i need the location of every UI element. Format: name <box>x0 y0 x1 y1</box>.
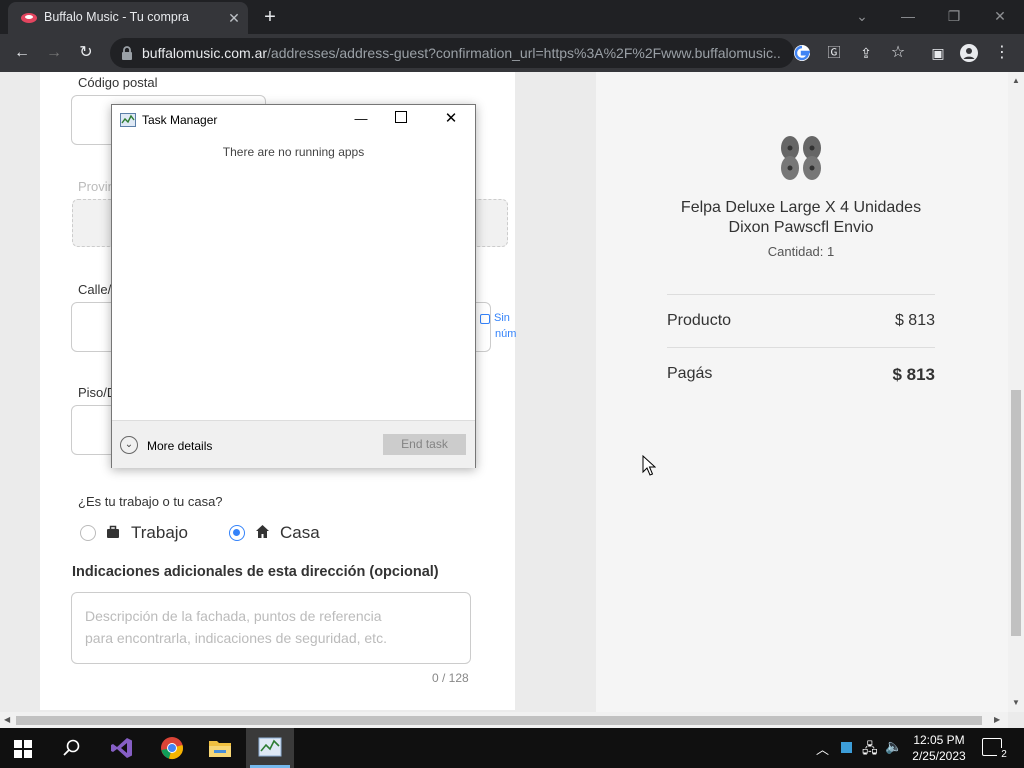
bookmark-star-icon[interactable]: ☆ <box>886 42 910 64</box>
clock-date[interactable]: 2/25/2023 <box>908 749 970 763</box>
total-row: Pagás $ 813 <box>667 347 935 399</box>
task-manager-window: Task Manager — ✕ There are no running ap… <box>111 104 476 468</box>
home-radio-dot <box>233 529 240 536</box>
province-label: Provin <box>78 179 115 194</box>
scroll-left-icon[interactable]: ◀ <box>4 715 10 724</box>
briefcase-icon <box>107 525 119 538</box>
tray-app-icon[interactable] <box>841 742 852 753</box>
home-radio[interactable] <box>229 525 245 541</box>
task-manager-title: Task Manager <box>142 113 218 127</box>
tm-close-icon[interactable]: ✕ <box>440 108 462 130</box>
street-label: Calle/ <box>78 282 112 297</box>
vertical-scrollbar-thumb[interactable] <box>1011 390 1021 636</box>
product-label: Producto <box>667 312 732 329</box>
scroll-up-icon[interactable]: ▲ <box>1012 76 1020 85</box>
product-name: Felpa Deluxe Large X 4 Unidades Dixon Pa… <box>636 198 966 238</box>
chrome-menu-icon[interactable]: ⋮ <box>990 42 1014 64</box>
lock-icon <box>122 46 132 60</box>
no-running-apps-message: There are no running apps <box>222 145 365 159</box>
tm-minimize-icon[interactable]: — <box>350 109 372 131</box>
end-task-button[interactable]: End task <box>383 434 466 455</box>
product-quantity: Cantidad: 1 <box>767 244 835 259</box>
address-bar[interactable]: buffalomusic.com.ar/addresses/address-gu… <box>110 38 794 68</box>
house-icon <box>256 525 269 538</box>
work-option-label[interactable]: Trabajo <box>131 523 188 543</box>
work-or-home-question: ¿Es tu trabajo o tu casa? <box>78 494 223 509</box>
windows-start-icon[interactable] <box>14 740 32 758</box>
share-icon[interactable]: ⇪ <box>854 42 878 64</box>
char-counter: 0 / 128 <box>432 671 469 685</box>
work-radio[interactable] <box>80 525 96 541</box>
total-price: $ 813 <box>892 365 935 384</box>
show-hidden-icons-chevron-icon[interactable]: ︿ <box>816 739 829 758</box>
task-manager-taskbar-button[interactable] <box>246 728 294 768</box>
back-icon[interactable]: ← <box>10 42 34 64</box>
buffalo-favicon-icon <box>21 13 37 23</box>
horizontal-scrollbar-thumb[interactable] <box>16 716 982 725</box>
clock-time[interactable]: 12:05 PM <box>908 733 970 747</box>
close-tab-icon[interactable]: ✕ <box>224 8 244 28</box>
product-name-line-2: Dixon Pawscfl Envio <box>728 219 874 236</box>
textarea-placeholder-line-2: para encontrarla, indicaciones de seguri… <box>85 630 387 646</box>
network-icon[interactable]: 🖧 <box>862 738 878 762</box>
extra-directions-textarea[interactable]: Descripción de la fachada, puntos de ref… <box>71 592 471 664</box>
no-number-label: Sin <box>494 312 510 324</box>
browser-tab[interactable]: Buffalo Music - Tu compra ✕ <box>8 2 248 34</box>
search-icon[interactable] <box>63 739 81 757</box>
notification-count-badge: 2 <box>997 748 1011 762</box>
volume-icon[interactable]: 🔈 <box>885 738 902 755</box>
textarea-placeholder-line-1: Descripción de la fachada, puntos de ref… <box>85 608 382 624</box>
close-window-icon[interactable]: ✕ <box>986 4 1014 28</box>
no-number-checkbox[interactable] <box>480 314 490 324</box>
minimize-window-icon[interactable]: — <box>894 4 922 28</box>
tab-search-icon[interactable]: ⌄ <box>848 4 876 28</box>
reload-icon[interactable]: ↻ <box>74 42 98 64</box>
home-option-label[interactable]: Casa <box>280 523 320 543</box>
task-manager-taskbar-icon <box>258 737 282 757</box>
forward-icon[interactable]: → <box>42 42 66 64</box>
side-panel-icon[interactable]: ▣ <box>926 42 950 64</box>
task-manager-footer: ⌄ More details End task <box>112 420 475 468</box>
task-manager-icon <box>120 113 136 127</box>
scroll-right-icon[interactable]: ▶ <box>994 715 1000 724</box>
url-text: buffalomusic.com.ar/addresses/address-gu… <box>142 45 782 61</box>
product-name-line-1: Felpa Deluxe Large X 4 Unidades <box>680 199 922 216</box>
file-explorer-icon[interactable] <box>208 737 232 759</box>
scroll-down-icon[interactable]: ▼ <box>1012 698 1020 707</box>
tab-title: Buffalo Music - Tu compra <box>44 10 189 24</box>
no-number-label-2: núm <box>495 328 517 340</box>
product-price: $ 813 <box>894 312 935 329</box>
chrome-icon[interactable] <box>160 736 184 760</box>
tm-maximize-icon[interactable] <box>395 111 407 123</box>
profile-icon[interactable] <box>960 44 978 62</box>
total-label: Pagás <box>667 365 713 382</box>
windows-taskbar: ︿ 🖧 🔈 12:05 PM 2/25/2023 2 <box>0 728 1024 768</box>
product-image <box>781 136 821 180</box>
restore-window-icon[interactable]: ❐ <box>940 4 968 28</box>
browser-toolbar: ← → ↻ buffalomusic.com.ar/addresses/addr… <box>0 34 1024 72</box>
extra-directions-label: Indicaciones adicionales de esta direcci… <box>72 564 439 580</box>
subtotal-row: Producto $ 813 <box>667 294 935 346</box>
new-tab-icon[interactable]: + <box>258 6 282 30</box>
translate-icon[interactable]: 🄶 <box>822 42 846 64</box>
expand-chevron-icon[interactable]: ⌄ <box>120 436 138 454</box>
browser-tab-strip: Buffalo Music - Tu compra ✕ + ⌄ — ❐ ✕ <box>0 0 1024 34</box>
postal-code-label: Código postal <box>78 75 158 90</box>
visual-studio-icon[interactable] <box>110 736 134 760</box>
mouse-cursor-icon <box>642 455 656 476</box>
order-summary: Felpa Deluxe Large X 4 Unidades Dixon Pa… <box>596 72 1008 712</box>
more-details-link[interactable]: More details <box>147 439 212 453</box>
google-icon[interactable] <box>793 44 811 62</box>
